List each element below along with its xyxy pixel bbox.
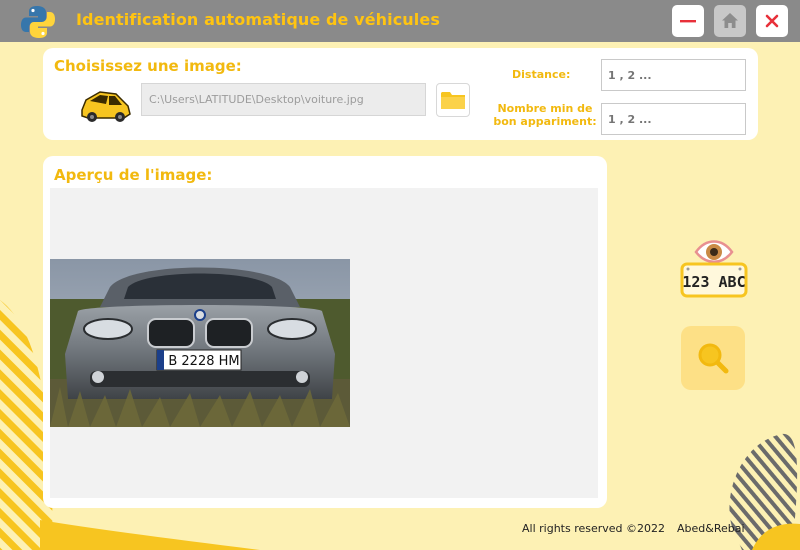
folder-icon [441, 92, 465, 109]
plate-badge-text: 123 ABC [682, 273, 745, 291]
author-text: Abed&Rebai [677, 522, 745, 535]
distance-input[interactable] [601, 59, 746, 91]
minimize-button[interactable] [672, 5, 704, 37]
car-icon [81, 91, 131, 122]
close-button[interactable] [756, 5, 788, 37]
choose-image-title: Choisissez une image: [54, 57, 242, 75]
search-icon [698, 343, 729, 374]
image-path-input[interactable] [141, 83, 426, 116]
home-button[interactable] [714, 5, 746, 37]
plate-detection-button[interactable]: 123 ABC [678, 234, 750, 300]
window-title: Identification automatique de véhicules [76, 10, 440, 29]
minimize-icon [680, 20, 696, 23]
min-match-label-line2: bon appariment: [493, 115, 597, 128]
min-match-input[interactable] [601, 103, 746, 135]
car-preview-image: B 2228 HM [50, 259, 350, 427]
min-match-label: Nombre min de bon appariment: [493, 102, 597, 128]
copyright-text: All rights reserved ©2022 [522, 522, 666, 535]
min-match-label-line1: Nombre min de [497, 102, 593, 115]
distance-label: Distance: [512, 68, 571, 81]
footer: All rights reserved ©2022 Abed&Rebai [522, 522, 745, 535]
browse-button[interactable] [436, 83, 470, 117]
close-icon [765, 14, 779, 28]
home-icon [722, 13, 738, 28]
preview-title: Aperçu de l'image: [54, 166, 213, 184]
search-button[interactable] [681, 326, 745, 390]
python-logo-icon [21, 6, 55, 38]
title-bar: Identification automatique de véhicules [0, 0, 800, 42]
license-plate-text: B 2228 HM [168, 354, 239, 369]
